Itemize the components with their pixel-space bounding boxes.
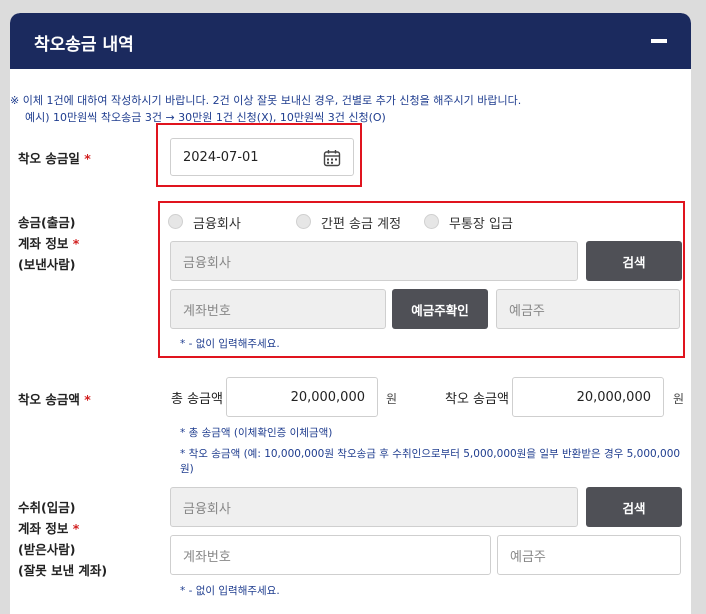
mistaken-amount-unit: 원 xyxy=(673,392,685,406)
radio-simple-transfer-account[interactable] xyxy=(296,214,311,229)
date-label: 착오 송금일 * xyxy=(18,148,91,169)
transfer-date-field[interactable]: 2024-07-01 xyxy=(170,138,354,176)
mistaken-amount-hint: * 착오 송금액 (예: 10,000,000원 착오송금 후 수취인으로부터 … xyxy=(180,448,681,475)
sender-label-line-3: (보낸사람) xyxy=(18,257,76,272)
receiver-holder-placeholder: 예금주 xyxy=(510,549,546,565)
receiver-account-label: 수취(입금) 계좌 정보 * (받은사람) (잘못 보낸 계좌) xyxy=(18,497,107,581)
mistaken-amount-label: 착오 송금액 xyxy=(445,392,509,407)
sender-search-button[interactable]: 검색 xyxy=(586,241,682,281)
required-mark: * xyxy=(72,236,80,251)
total-amount-label: 총 송금액 xyxy=(171,392,223,407)
total-amount-hint: * 총 송금액 (이체확인증 이체금액) xyxy=(180,427,333,439)
required-mark: * xyxy=(84,392,91,407)
receiver-account-placeholder: 계좌번호 xyxy=(183,549,231,565)
sender-holder-placeholder: 예금주 xyxy=(509,303,545,319)
receiver-account-input[interactable]: 계좌번호 xyxy=(170,535,491,575)
radio-financial-institution[interactable] xyxy=(168,214,183,229)
sender-label-line-2-text: 계좌 정보 xyxy=(18,236,69,251)
receiver-label-line-2-text: 계좌 정보 xyxy=(18,521,69,536)
sender-account-hint: * - 없이 입력해주세요. xyxy=(180,338,280,350)
receiver-search-button[interactable]: 검색 xyxy=(586,487,682,527)
radio-label-no-bankbook-deposit: 무통장 입금 xyxy=(449,217,513,232)
date-label-text: 착오 송금일 xyxy=(18,151,80,166)
amount-label-text: 착오 송금액 xyxy=(18,392,80,407)
mistaken-amount-value: 20,000,000 xyxy=(576,389,651,405)
radio-no-bankbook-deposit[interactable] xyxy=(424,214,439,229)
total-amount-input[interactable]: 20,000,000 xyxy=(226,377,378,417)
sender-label-line-1: 송금(출금) xyxy=(18,215,76,230)
collapse-icon[interactable] xyxy=(651,39,667,43)
receiver-account-hint: * - 없이 입력해주세요. xyxy=(180,585,280,597)
amount-label: 착오 송금액 * xyxy=(18,389,91,410)
sender-account-input[interactable]: 계좌번호 xyxy=(170,289,386,329)
total-amount-unit: 원 xyxy=(386,392,398,406)
notice-line-1: ※ 이체 1건에 대하여 작성하시기 바랍니다. 2건 이상 잘못 보내신 경우… xyxy=(10,94,522,107)
sender-holder-input[interactable]: 예금주 xyxy=(496,289,680,329)
sender-institution-input[interactable]: 금융회사 xyxy=(170,241,578,281)
mistaken-amount-input[interactable]: 20,000,000 xyxy=(512,377,664,417)
total-amount-value: 20,000,000 xyxy=(290,389,365,405)
sender-account-label: 송금(출금) 계좌 정보 * (보낸사람) xyxy=(18,212,79,275)
receiver-label-line-4: (잘못 보낸 계좌) xyxy=(18,563,108,578)
mistaken-transfer-panel: 착오송금 내역 ※ 이체 1건에 대하여 작성하시기 바랍니다. 2건 이상 잘… xyxy=(10,13,691,614)
receiver-label-line-3: (받은사람) xyxy=(18,542,76,557)
receiver-institution-input[interactable]: 금융회사 xyxy=(170,487,578,527)
required-mark: * xyxy=(84,151,91,166)
radio-label-financial-institution: 금융회사 xyxy=(193,217,241,232)
sender-label-line-2: 계좌 정보 * xyxy=(18,233,79,254)
receiver-institution-placeholder: 금융회사 xyxy=(183,501,231,517)
required-mark: * xyxy=(72,521,80,536)
receiver-holder-input[interactable]: 예금주 xyxy=(497,535,681,575)
sender-account-placeholder: 계좌번호 xyxy=(183,303,231,319)
sender-institution-placeholder: 금융회사 xyxy=(183,255,231,271)
verify-holder-button[interactable]: 예금주확인 xyxy=(392,289,488,329)
calendar-icon[interactable] xyxy=(323,149,341,167)
panel-title: 착오송금 내역 xyxy=(34,35,134,55)
transfer-date-value: 2024-07-01 xyxy=(183,149,259,165)
receiver-label-line-1: 수취(입금) xyxy=(18,500,76,515)
radio-label-simple-transfer-account: 간편 송금 계정 xyxy=(321,217,402,232)
panel-header: 착오송금 내역 xyxy=(10,13,691,69)
receiver-label-line-2: 계좌 정보 * xyxy=(18,518,107,539)
